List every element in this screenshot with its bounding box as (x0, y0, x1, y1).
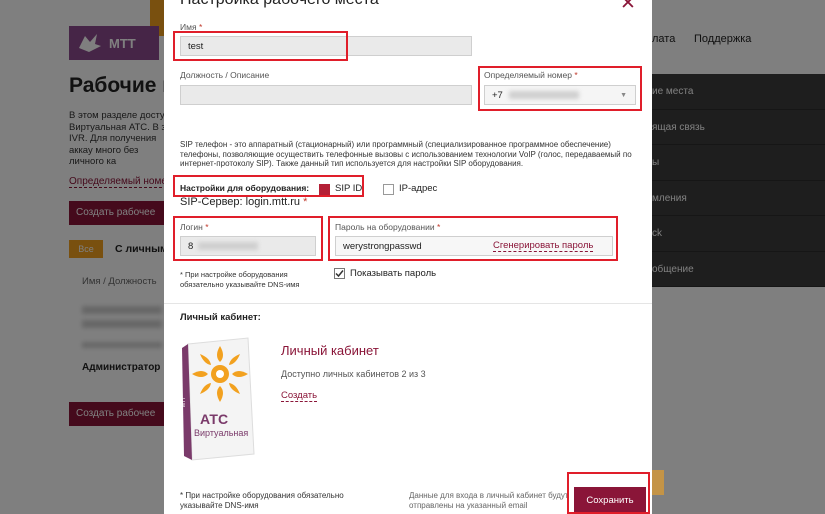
show-password-checkbox[interactable] (334, 268, 345, 279)
footer-dns-note: * При настройке оборудования обязательно… (180, 491, 344, 510)
check-icon (335, 270, 344, 278)
box-label-ats: АТС (200, 411, 228, 427)
highlight-name (173, 31, 348, 61)
workplace-settings-modal: Настройка рабочего места ✕ Имя * test До… (164, 0, 652, 514)
sip-description: SIP телефон - это аппаратный (стационарн… (180, 140, 632, 169)
orange-accent-bottom (652, 470, 664, 495)
ip-address-radio[interactable] (383, 184, 394, 195)
modal-title: Настройка рабочего места (180, 0, 379, 9)
divider (164, 303, 652, 304)
ip-address-label: IP-адрес (399, 183, 438, 194)
cabinet-title: Личный кабинет (281, 343, 379, 358)
position-field[interactable] (180, 85, 472, 105)
show-password-label: Показывать пароль (350, 268, 437, 279)
dns-note: * При настройке оборудования обязательно… (180, 270, 300, 289)
highlight-password (328, 216, 618, 261)
position-label: Должность / Описание (180, 70, 270, 80)
cabinet-create-link[interactable]: Создать (281, 390, 318, 402)
footer-email-note: Данные для входа в личный кабинет будут … (409, 491, 569, 510)
cabinet-section-label: Личный кабинет: (180, 312, 261, 323)
cabinet-available: Доступно личных кабинетов 2 из 3 (281, 369, 426, 379)
virtual-ats-box-image: АТС Виртуальная МТТ (181, 337, 255, 461)
highlight-save (567, 472, 650, 514)
sip-server: SIP-Сервер: login.mtt.ru * (180, 196, 308, 208)
box-brand: МТТ (181, 397, 187, 407)
highlight-number (478, 66, 642, 111)
highlight-login (173, 216, 323, 261)
close-icon[interactable]: ✕ (620, 0, 636, 14)
highlight-hw-settings (173, 175, 364, 197)
box-label-virtual: Виртуальная (194, 428, 248, 438)
